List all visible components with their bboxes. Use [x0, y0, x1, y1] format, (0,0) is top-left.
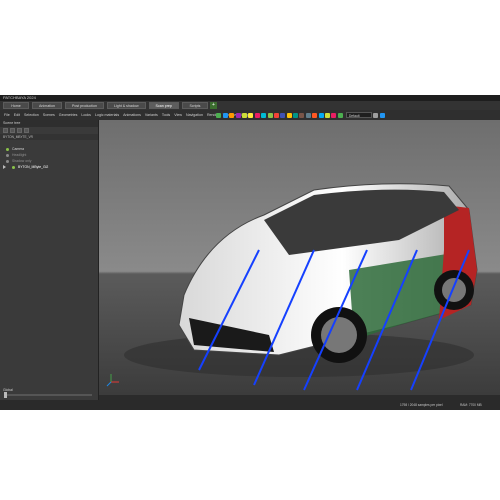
snap-icon[interactable]	[267, 112, 273, 118]
annotation-icon[interactable]	[331, 112, 337, 118]
camera-icon[interactable]	[241, 112, 247, 118]
menu-edit[interactable]: Edit	[14, 113, 20, 117]
group-icon[interactable]	[17, 128, 22, 133]
slider-knob[interactable]	[4, 392, 7, 398]
light-node-icon	[6, 153, 9, 157]
raytrace-icon[interactable]	[280, 112, 286, 118]
menu-selection[interactable]: Selection	[24, 113, 39, 117]
material-icon[interactable]	[254, 112, 260, 118]
screenshot-icon[interactable]	[305, 112, 311, 118]
axis-gizmo-icon	[106, 374, 119, 387]
tab-post-production[interactable]: Post production	[64, 102, 104, 109]
global-slider[interactable]	[4, 392, 92, 398]
delete-node-icon[interactable]	[10, 128, 15, 133]
add-tab-button[interactable]: +	[209, 102, 217, 109]
measure-icon[interactable]	[325, 112, 331, 118]
tab-light-shadow[interactable]: Light & shadow	[106, 102, 146, 109]
sun-icon[interactable]	[286, 112, 292, 118]
tree-item-label: BYTON_MByte_Gi2	[18, 165, 49, 169]
camera-node-icon	[6, 147, 9, 151]
menu-navigation[interactable]: Navigation	[186, 113, 203, 117]
window-title: PATCHBAYA 2024	[3, 95, 36, 100]
scene-tree: Camera Headlight Shadow only BYTON_MByte…	[0, 140, 98, 170]
render-viewport[interactable]	[99, 120, 500, 395]
menu-animations[interactable]: Animations	[123, 113, 141, 117]
application-window: PATCHBAYA 2024 Home Animation Post produ…	[0, 95, 500, 410]
settings-icon[interactable]	[373, 112, 379, 118]
filter-icon[interactable]	[24, 128, 29, 133]
scale-icon[interactable]	[235, 112, 241, 118]
move-icon[interactable]	[222, 112, 228, 118]
vr-icon[interactable]	[299, 112, 305, 118]
play-icon[interactable]	[337, 112, 343, 118]
memory-readout: RAM: 7700 MB	[460, 403, 482, 407]
grid-icon[interactable]	[261, 112, 267, 118]
tree-item-model[interactable]: BYTON_MByte_Gi2	[0, 164, 98, 170]
sample-count: 1798 / 2048 samples per pixel	[400, 403, 443, 407]
viewport-canvas	[106, 183, 478, 391]
tab-scripts[interactable]: Scripts	[181, 102, 208, 109]
new-node-icon[interactable]	[3, 128, 8, 133]
menu-tools[interactable]: Tools	[162, 113, 170, 117]
panel-toolbar	[0, 127, 98, 134]
select-icon[interactable]	[216, 112, 222, 118]
quality-dropdown[interactable]: Default renderer	[345, 112, 372, 124]
tab-scan-prep[interactable]: Scan prep	[148, 102, 179, 109]
panel-title: Scene tree	[0, 120, 98, 127]
help-icon[interactable]	[379, 112, 385, 118]
variant-icon[interactable]	[312, 112, 318, 118]
main-toolbar: Default renderer	[215, 110, 500, 124]
menu-view[interactable]: View	[174, 113, 182, 117]
tab-animation[interactable]: Animation	[32, 102, 62, 109]
clip-icon[interactable]	[318, 112, 324, 118]
menu-scenes[interactable]: Scenes	[43, 113, 55, 117]
rotate-icon[interactable]	[229, 112, 235, 118]
menu-looks[interactable]: Looks	[81, 113, 91, 117]
ribbon-tabs: Home Animation Post production Light & s…	[0, 101, 500, 110]
menu-variants[interactable]: Variants	[145, 113, 158, 117]
render-icon[interactable]	[273, 112, 279, 118]
menu-logic-materials[interactable]: Logic materials	[95, 113, 119, 117]
scene-tree-panel: Scene tree BYTON_MBYTE_VR Camera Headlig…	[0, 120, 99, 410]
model-node-icon	[12, 165, 15, 169]
status-bar: 1798 / 2048 samples per pixel RAM: 7700 …	[0, 400, 500, 410]
environment-icon[interactable]	[293, 112, 299, 118]
tab-home[interactable]: Home	[3, 102, 29, 109]
footer-label: Global	[3, 388, 13, 392]
expand-arrow-icon[interactable]	[3, 165, 6, 169]
front-rim	[321, 317, 357, 353]
light-icon[interactable]	[248, 112, 254, 118]
rear-rim	[442, 278, 466, 302]
menu-geometries[interactable]: Geometries	[59, 113, 78, 117]
panel-footer: Global	[0, 388, 98, 400]
menu-file[interactable]: File	[4, 113, 10, 117]
shadow-node-icon	[6, 159, 9, 163]
